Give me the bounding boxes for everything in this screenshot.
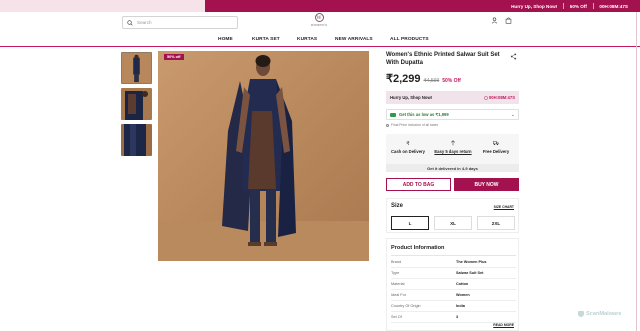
product-information-title: Product Information bbox=[391, 245, 445, 251]
nav-item-kurta-set[interactable]: KURTA SET bbox=[252, 37, 280, 42]
info-key: Ideal For bbox=[391, 293, 406, 297]
info-key: Brand bbox=[391, 260, 402, 264]
offer-text: Get this as low as ₹1,999 bbox=[399, 112, 449, 117]
thumbnail-1[interactable] bbox=[121, 52, 152, 84]
promo-bar: Hurry Up, Shop Now! 50% Off 00H:08M:47S bbox=[0, 0, 640, 12]
info-key: Set Of bbox=[391, 315, 402, 319]
user-icon[interactable] bbox=[491, 17, 498, 24]
service-free-delivery: Free Delivery bbox=[474, 140, 518, 154]
watermark-text: ScanMalware bbox=[586, 311, 622, 317]
nav-divider bbox=[0, 46, 640, 47]
nav-item-new-arrivals[interactable]: NEW ARRIVALS bbox=[335, 37, 373, 42]
hurry-label: Hurry Up, Shop Now! bbox=[390, 95, 433, 100]
clock-icon bbox=[484, 95, 488, 100]
hurry-banner: Hurry Up, Shop Now! 00H:08M:47S bbox=[386, 91, 519, 104]
size-option-xl[interactable]: XL bbox=[434, 216, 472, 230]
info-row: Material Cotton bbox=[391, 279, 516, 290]
truck-icon bbox=[493, 141, 499, 146]
product-photo bbox=[158, 51, 369, 261]
bag-icon[interactable] bbox=[505, 17, 512, 24]
info-row: Brand The Women Plus bbox=[391, 257, 516, 268]
return-icon bbox=[451, 140, 455, 146]
info-value: India bbox=[456, 304, 465, 308]
discount-percent: 50% Off bbox=[442, 78, 461, 84]
info-value: Cotton bbox=[456, 282, 469, 286]
service-cod: ₹ Cash on Delivery bbox=[386, 140, 430, 154]
offer-box[interactable]: Get this as low as ₹1,999 ⌄ bbox=[386, 109, 519, 120]
size-selector: Size SIZE CHART L XL 2XL bbox=[386, 198, 519, 233]
size-option-2xl[interactable]: 2XL bbox=[477, 216, 515, 230]
main-nav: HOME KURTA SET KURTAS NEW ARRIVALS ALL P… bbox=[0, 33, 640, 45]
offer-tag-icon bbox=[390, 112, 396, 117]
size-chart-link[interactable]: SIZE CHART bbox=[494, 205, 514, 209]
shield-icon bbox=[578, 311, 584, 317]
thumbnail-2[interactable] bbox=[121, 88, 152, 120]
promo-text: Hurry Up, Shop Now! bbox=[511, 3, 558, 9]
delivery-estimate: Get it delivered in 4-9 days bbox=[386, 164, 519, 172]
product-title: Women's Ethnic Printed Salwar Suit Set W… bbox=[386, 52, 500, 66]
info-value: The Women Plus bbox=[456, 260, 487, 264]
info-row: Type Salwar Suit Set bbox=[391, 268, 516, 279]
info-value: Women bbox=[456, 293, 470, 297]
product-information: Product Information Brand The Women Plus… bbox=[386, 238, 519, 331]
header-icons bbox=[491, 17, 512, 24]
site-header: W WOMEN'S bbox=[0, 12, 640, 32]
hurry-timer-wrap: 00H:08M:47S bbox=[484, 95, 515, 100]
nav-item-all-products[interactable]: ALL PRODUCTS bbox=[390, 37, 429, 42]
thumbnail-image bbox=[121, 88, 152, 120]
product-summary: Women's Ethnic Printed Salwar Suit Set W… bbox=[386, 51, 519, 85]
services-box: ₹ Cash on Delivery Easy 5 days return Fr… bbox=[386, 134, 519, 164]
service-label: Free Delivery bbox=[482, 149, 510, 154]
promo-bar-right: Hurry Up, Shop Now! 50% Off 00H:08M:47S bbox=[205, 0, 640, 12]
main-product-image[interactable]: 50% off bbox=[158, 51, 369, 261]
discount-badge: 50% off bbox=[164, 54, 184, 60]
share-icon[interactable] bbox=[510, 53, 517, 60]
page-edge-line bbox=[636, 12, 637, 331]
hurry-timer: 00H:08M:47S bbox=[488, 95, 515, 100]
info-icon bbox=[386, 123, 389, 127]
divider bbox=[391, 255, 516, 256]
sale-price: ₹2,299 bbox=[386, 73, 421, 85]
price-row: ₹2,299 ₹4,599 50% Off bbox=[386, 72, 461, 85]
info-value: 3 bbox=[456, 315, 459, 319]
service-label: Cash on Delivery bbox=[391, 149, 425, 154]
read-more-link[interactable]: READ MORE bbox=[493, 323, 514, 327]
thumbnail-image bbox=[122, 53, 151, 83]
search-input[interactable] bbox=[137, 20, 227, 25]
size-title: Size bbox=[391, 203, 404, 209]
thumbnail-image bbox=[121, 124, 152, 156]
watermark: ScanMalware bbox=[578, 311, 621, 317]
promo-timer: 00H:08M:47S bbox=[599, 3, 628, 9]
promo-separator bbox=[592, 3, 594, 9]
info-value: Salwar Suit Set bbox=[456, 271, 484, 275]
search-icon bbox=[127, 19, 133, 26]
rupee-icon: ₹ bbox=[406, 141, 410, 146]
info-row: Ideal For Women bbox=[391, 290, 516, 301]
size-option-l[interactable]: L bbox=[391, 216, 429, 230]
tax-note-text: Final Price inclusive of all taxes bbox=[391, 123, 439, 127]
brand-logo[interactable]: W WOMEN'S bbox=[308, 13, 330, 30]
promo-bar-left bbox=[0, 0, 205, 12]
nav-item-kurtas[interactable]: KURTAS bbox=[297, 37, 317, 42]
original-price: ₹4,599 bbox=[423, 78, 440, 84]
buy-now-button[interactable]: BUY NOW bbox=[454, 178, 519, 191]
service-label: Easy 5 days return bbox=[434, 149, 472, 154]
thumbnail-3[interactable] bbox=[121, 124, 152, 156]
nav-item-home[interactable]: HOME bbox=[218, 37, 233, 42]
logo-mark: W bbox=[314, 13, 324, 22]
promo-offer: 50% Off bbox=[569, 3, 587, 9]
info-key: Material bbox=[391, 282, 405, 286]
promo-separator bbox=[563, 3, 564, 9]
info-row: Country Of Origin India bbox=[391, 301, 516, 312]
logo-text: WOMEN'S bbox=[310, 23, 328, 27]
svg-text:₹: ₹ bbox=[406, 141, 410, 146]
chevron-down-icon: ⌄ bbox=[510, 111, 515, 118]
info-row: Set Of 3 bbox=[391, 312, 516, 323]
search-box[interactable] bbox=[122, 16, 238, 29]
add-to-bag-button[interactable]: ADD TO BAG bbox=[386, 178, 451, 191]
service-return[interactable]: Easy 5 days return bbox=[431, 140, 475, 154]
info-key: Country Of Origin bbox=[391, 304, 421, 308]
tax-note: Final Price inclusive of all taxes bbox=[386, 123, 438, 127]
info-key: Type bbox=[391, 271, 400, 275]
